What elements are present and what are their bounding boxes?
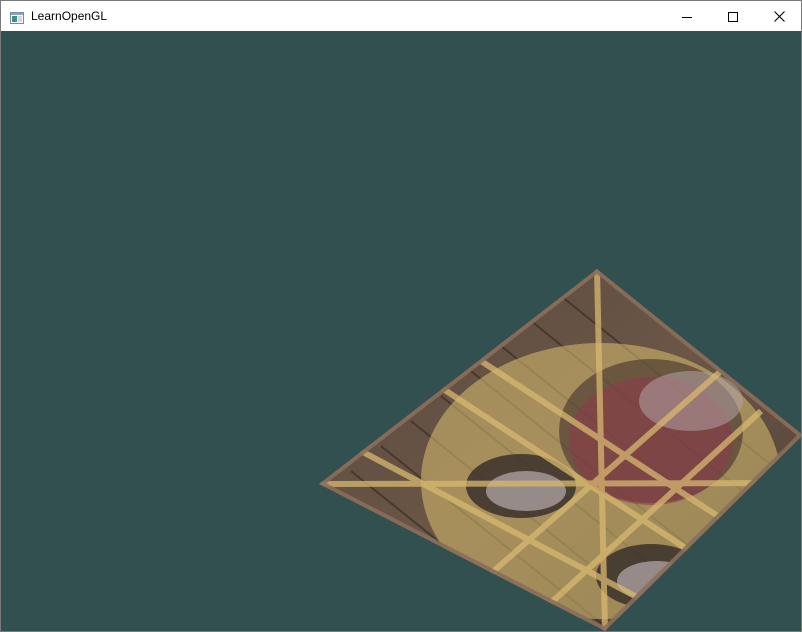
window-title: LearnOpenGL — [31, 9, 108, 23]
opengl-viewport[interactable] — [1, 31, 801, 631]
close-button[interactable] — [756, 1, 802, 31]
close-icon — [773, 7, 785, 26]
face-eye-left-white — [486, 471, 566, 511]
minimize-button[interactable] — [664, 1, 710, 31]
render-canvas — [1, 31, 801, 631]
title-bar[interactable]: LearnOpenGL — [1, 1, 801, 31]
app-window-icon — [10, 9, 24, 24]
app-window: LearnOpenGL — [0, 0, 802, 632]
maximize-button[interactable] — [710, 1, 756, 31]
maximize-icon — [728, 7, 738, 26]
minimize-icon — [682, 7, 692, 26]
